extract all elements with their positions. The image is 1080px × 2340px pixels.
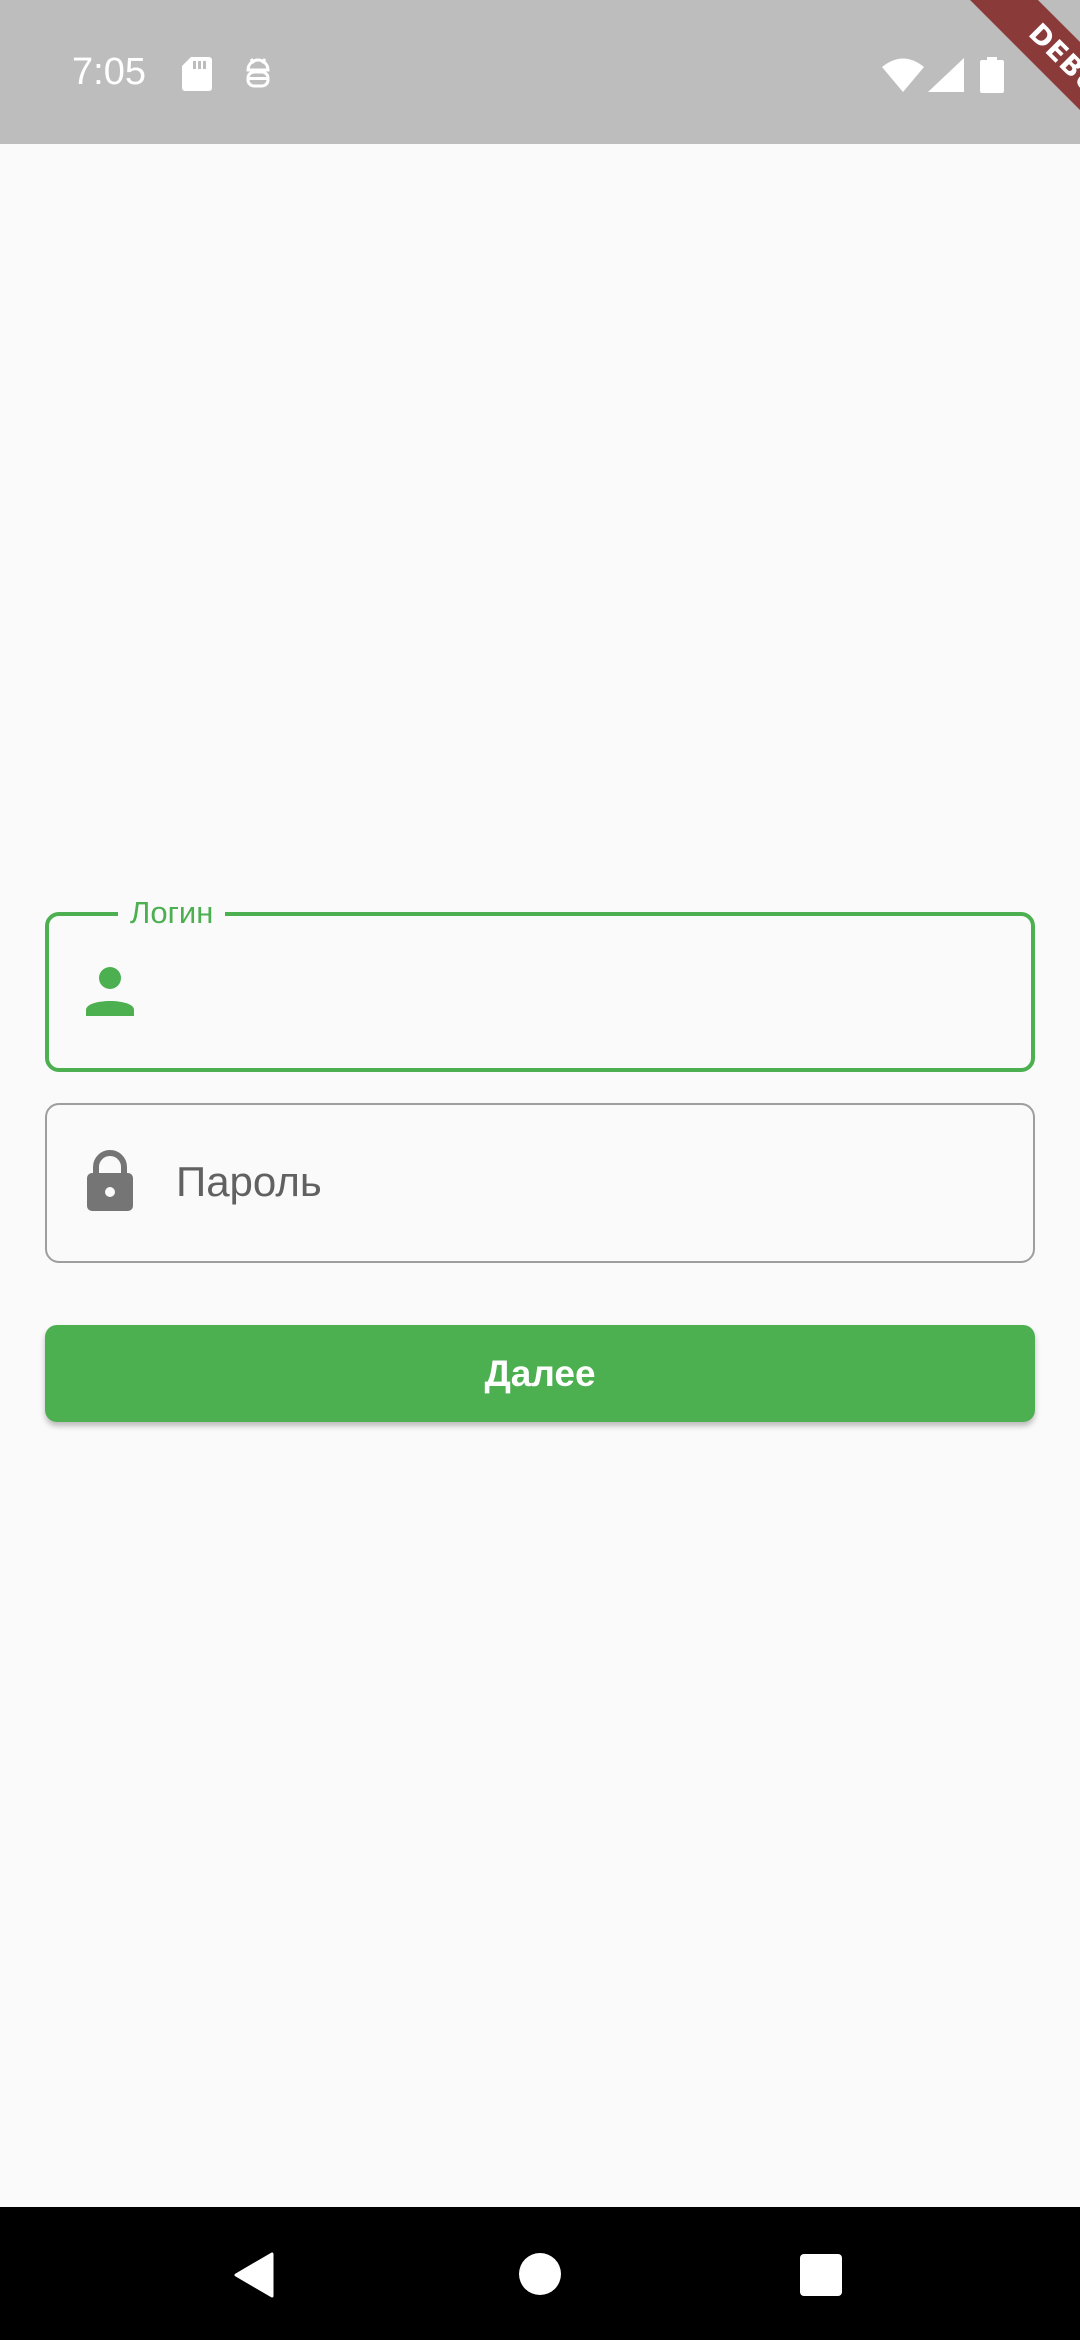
person-icon (86, 967, 134, 1016)
home-icon[interactable] (518, 2252, 562, 2296)
back-icon[interactable] (232, 2252, 276, 2298)
sd-card-icon (182, 57, 212, 91)
password-input[interactable] (176, 1150, 996, 1214)
lock-icon (87, 1150, 133, 1211)
next-button[interactable]: Далее (45, 1325, 1035, 1422)
status-time: 7:05 (72, 51, 146, 93)
recents-icon[interactable] (800, 2254, 842, 2296)
login-input[interactable] (176, 960, 996, 1024)
status-bar: 7:05 DEBUG (0, 0, 1080, 144)
login-label: Логин (118, 894, 226, 932)
battery-icon (980, 57, 1004, 93)
debug-banner: DEBUG (948, 0, 1080, 144)
wifi-icon (882, 58, 924, 92)
signal-icon (928, 58, 964, 92)
android-debug-icon (246, 58, 270, 88)
